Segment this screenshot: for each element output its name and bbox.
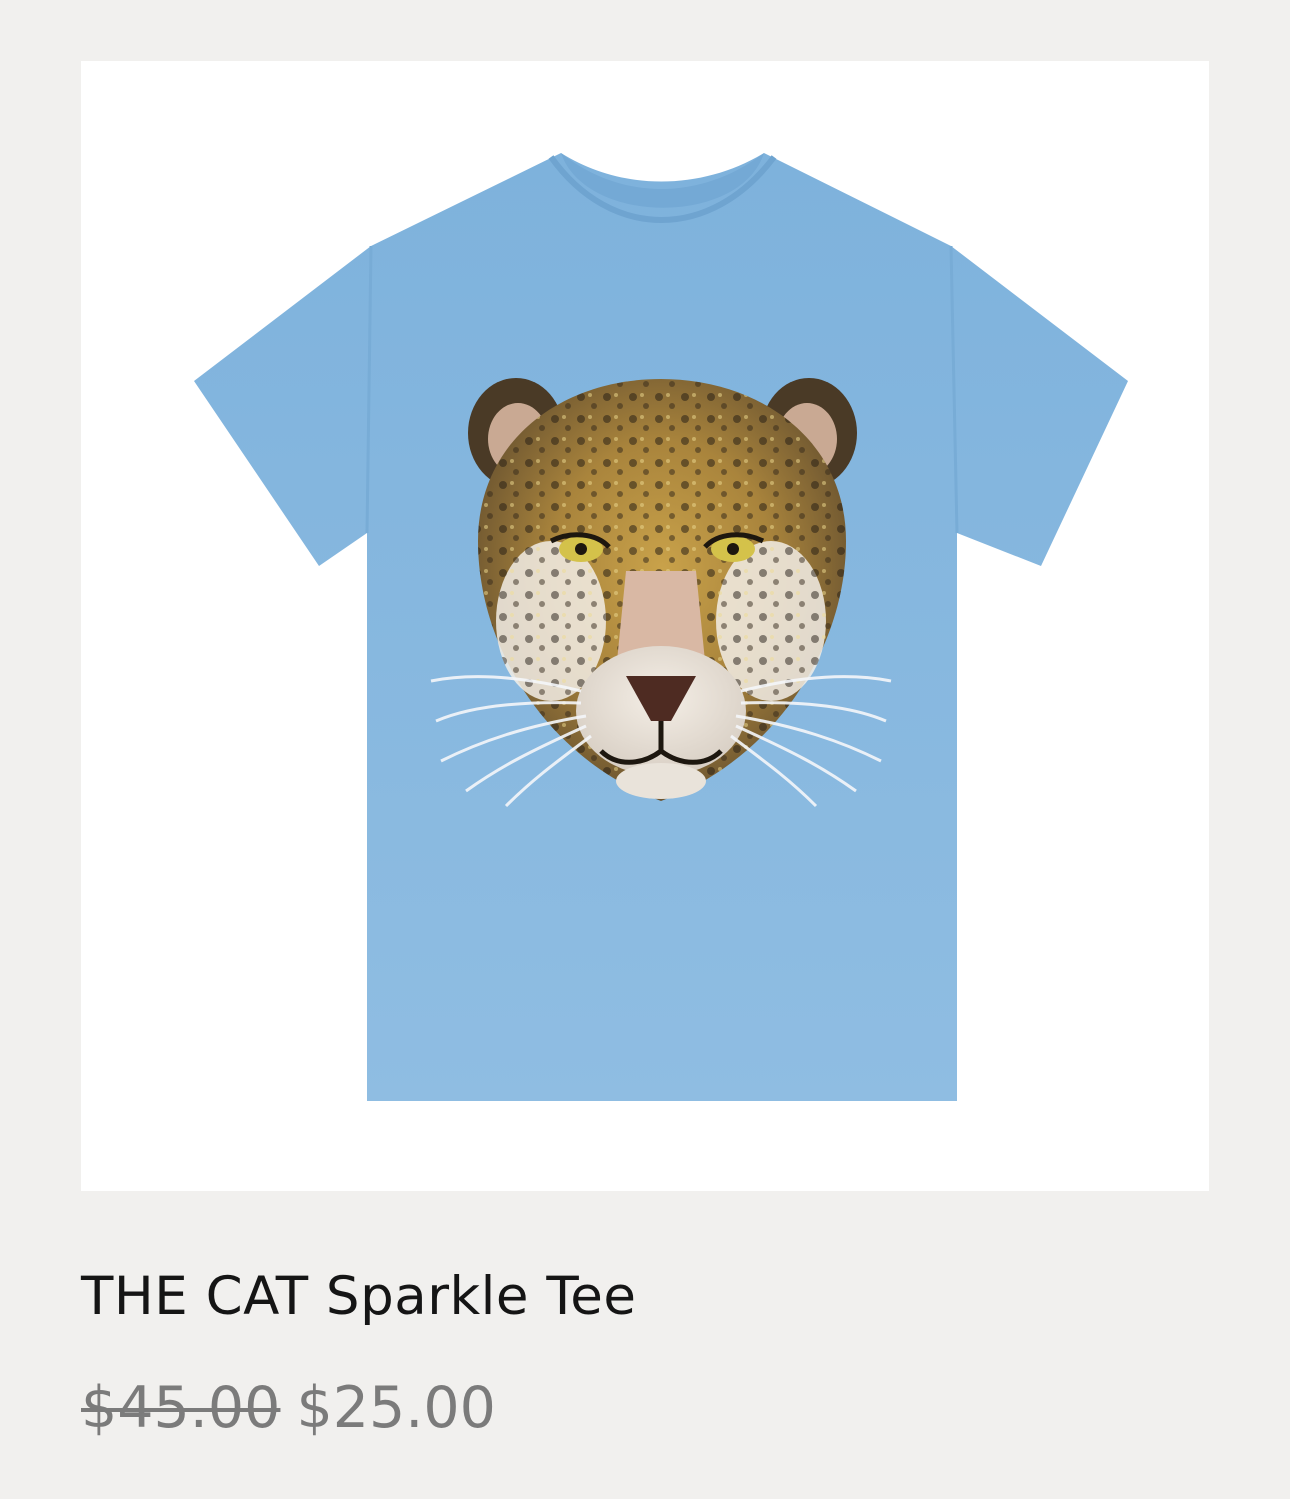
product-card: THE CAT Sparkle Tee $45.00 $25.00 (0, 0, 1290, 1499)
original-price: $45.00 (81, 1375, 281, 1441)
sale-price: $25.00 (296, 1375, 496, 1441)
price-block: $45.00 $25.00 (81, 1377, 496, 1440)
product-image (194, 153, 1128, 1101)
product-title[interactable]: THE CAT Sparkle Tee (81, 1267, 636, 1326)
product-image-link[interactable] (81, 61, 1209, 1191)
